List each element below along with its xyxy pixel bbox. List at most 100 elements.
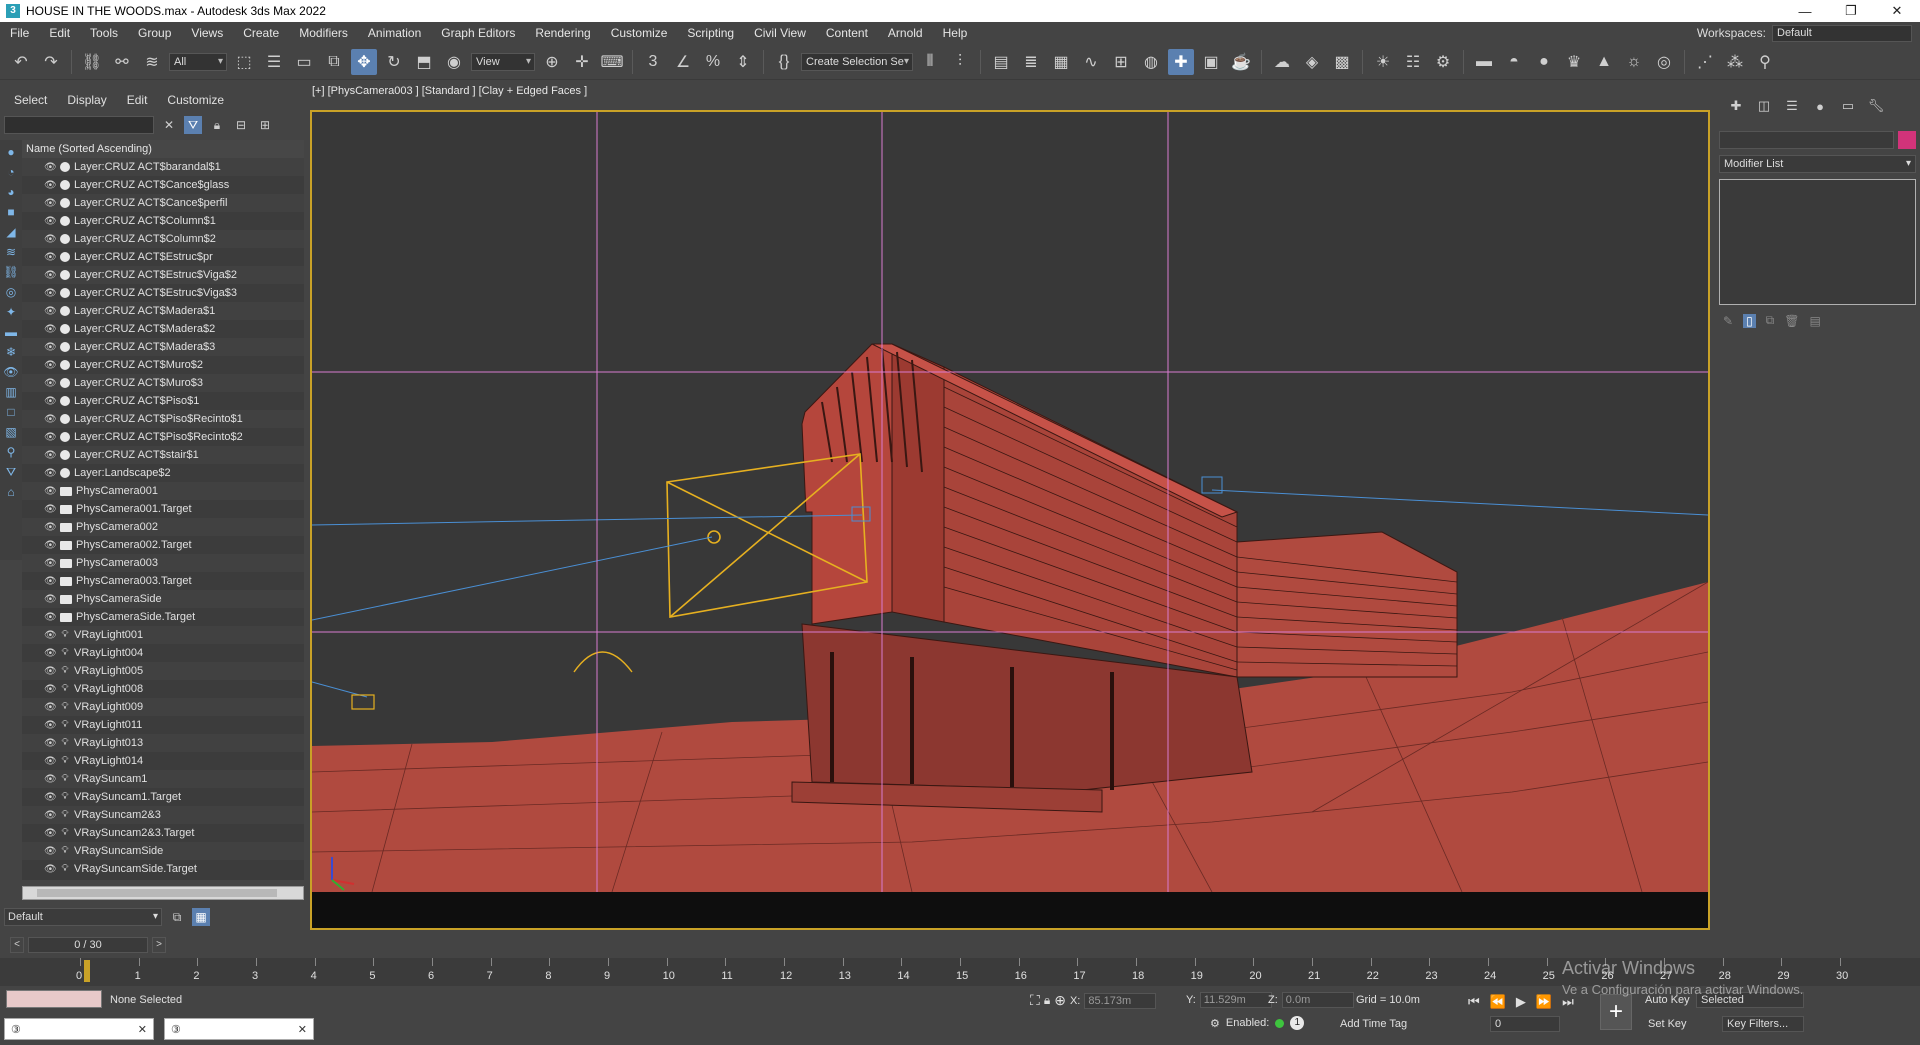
mirror-icon[interactable]: ⫴ <box>917 49 943 75</box>
vray-fur-icon[interactable]: ⋰ <box>1692 49 1718 75</box>
toggle-layer-explorer-icon[interactable]: ≣ <box>1018 49 1044 75</box>
restore-button[interactable]: ❐ <box>1828 0 1874 22</box>
visibility-eye-icon[interactable]: 👁︎ <box>44 306 57 317</box>
minimize-button[interactable]: — <box>1782 0 1828 22</box>
visibility-eye-icon[interactable]: 👁︎ <box>44 540 57 551</box>
visibility-eye-icon[interactable]: 👁︎ <box>44 504 57 515</box>
explorer-tab-display[interactable]: Display <box>57 93 116 107</box>
window-crossing-icon[interactable]: ⧉ <box>321 49 347 75</box>
vray-mesh-light-icon[interactable]: ▲ <box>1591 49 1617 75</box>
frozen-filter-icon[interactable]: ❄ <box>3 344 19 360</box>
vray-render-icon[interactable]: ☁ <box>1269 49 1295 75</box>
selection-lock-icon[interactable]: 🔒︎ <box>1044 993 1050 1008</box>
select-manipulate-icon[interactable]: ✛ <box>569 49 595 75</box>
lights-filter-icon[interactable]: ◕ <box>3 184 19 200</box>
frame-counter[interactable]: 0 / 30 <box>28 937 148 953</box>
visibility-eye-icon[interactable]: 👁︎ <box>44 342 57 353</box>
list-item[interactable]: 👁︎ Layer:CRUZ ACT$Piso$Recinto$2 <box>22 428 304 446</box>
visibility-eye-icon[interactable]: 👁︎ <box>44 828 57 839</box>
list-item[interactable]: 👁︎ Layer:CRUZ ACT$Muro$2 <box>22 356 304 374</box>
geometry-filter-icon[interactable]: ● <box>3 144 19 160</box>
list-item[interactable]: 👁︎ Layer:CRUZ ACT$Estruc$Viga$2 <box>22 266 304 284</box>
groups-filter-icon[interactable]: ⛓ <box>3 264 19 280</box>
list-item[interactable]: 👁︎ 💡︎ VRayLight014 <box>22 752 304 770</box>
vray-lights-icon[interactable]: ☀ <box>1370 49 1396 75</box>
list-item[interactable]: 👁︎ Layer:CRUZ ACT$Cance$glass <box>22 176 304 194</box>
list-item[interactable]: 👁︎ Layer:Landscape$2 <box>22 464 304 482</box>
menu-file[interactable]: File <box>0 22 39 44</box>
lock-icon[interactable]: 🔒︎ <box>208 116 226 134</box>
visibility-eye-icon[interactable]: 👁︎ <box>44 612 57 623</box>
toggle-ribbon-icon[interactable]: ▦ <box>1048 49 1074 75</box>
list-item[interactable]: 👁︎ 💡︎ VRayLight005 <box>22 662 304 680</box>
visibility-eye-icon[interactable]: 👁︎ <box>44 324 57 335</box>
sort-by-hierarchy-icon[interactable]: ⊟ <box>232 116 250 134</box>
visibility-eye-icon[interactable]: 👁︎ <box>44 594 57 605</box>
menu-modifiers[interactable]: Modifiers <box>289 22 358 44</box>
next-key-icon[interactable]: ⏩ <box>1536 994 1552 1010</box>
show-end-result-icon[interactable]: ▯ <box>1743 313 1756 328</box>
list-item[interactable]: 👁︎ 💡︎ VRaySuncamSide <box>22 842 304 860</box>
render-production-icon[interactable]: ☕ <box>1228 49 1254 75</box>
visibility-eye-icon[interactable]: 👁︎ <box>44 288 57 299</box>
list-item[interactable]: 👁︎ 💡︎ VRaySuncam2&3.Target <box>22 824 304 842</box>
visibility-eye-icon[interactable]: 👁︎ <box>44 216 57 227</box>
visibility-eye-icon[interactable]: 👁︎ <box>44 846 57 857</box>
vray-frame-buffer-icon[interactable]: ◈ <box>1299 49 1325 75</box>
close-icon[interactable]: ✕ <box>298 1023 307 1036</box>
list-item[interactable]: 👁︎ PhysCameraSide.Target <box>22 608 304 626</box>
toggle-scene-explorer-icon[interactable]: ▤ <box>988 49 1014 75</box>
list-item[interactable]: 👁︎ PhysCamera002.Target <box>22 536 304 554</box>
key-filters-button[interactable]: Key Filters... <box>1722 1016 1804 1032</box>
prev-frame-arrow[interactable]: < <box>10 937 24 953</box>
link-icon[interactable]: ⛓ <box>79 49 105 75</box>
spinner-snap-icon[interactable]: ⇕ <box>730 49 756 75</box>
visibility-eye-icon[interactable]: 👁︎ <box>44 558 57 569</box>
visibility-eye-icon[interactable]: 👁︎ <box>44 378 57 389</box>
visibility-eye-icon[interactable]: 👁︎ <box>44 810 57 821</box>
modifier-stack[interactable] <box>1719 179 1916 305</box>
schematic-view-icon[interactable]: ⊞ <box>1108 49 1134 75</box>
menu-edit[interactable]: Edit <box>39 22 80 44</box>
list-item[interactable]: 👁︎ Layer:CRUZ ACT$Estruc$pr <box>22 248 304 266</box>
menu-graph-editors[interactable]: Graph Editors <box>431 22 525 44</box>
vray-ies-light-icon[interactable]: ♛ <box>1561 49 1587 75</box>
explorer-column-header[interactable]: Name (Sorted Ascending) <box>22 140 304 158</box>
list-item[interactable]: 👁︎ PhysCamera001 <box>22 482 304 500</box>
visibility-eye-icon[interactable]: 👁︎ <box>44 486 57 497</box>
redo-icon[interactable]: ↷ <box>38 49 64 75</box>
visibility-eye-icon[interactable]: 👁︎ <box>44 396 57 407</box>
create-key-button[interactable]: + <box>1600 994 1632 1030</box>
select-and-place-icon[interactable]: ◉ <box>441 49 467 75</box>
explorer-tab-edit[interactable]: Edit <box>117 93 158 107</box>
vray-scatter-icon[interactable]: ⁂ <box>1722 49 1748 75</box>
minimized-window-tab[interactable]: ③ ✕ <box>4 1018 154 1040</box>
perspective-viewport[interactable] <box>310 110 1710 930</box>
select-and-move-icon[interactable]: ✥ <box>351 48 377 75</box>
list-item[interactable]: 👁︎ PhysCamera003 <box>22 554 304 572</box>
visibility-eye-icon[interactable]: 👁︎ <box>44 198 57 209</box>
containers-filter-icon[interactable]: ▬ <box>3 324 19 340</box>
menu-content[interactable]: Content <box>816 22 878 44</box>
keyboard-shortcut-override-icon[interactable]: ⌨ <box>599 49 625 75</box>
visibility-eye-icon[interactable]: 👁︎ <box>44 432 57 443</box>
object-name-input[interactable] <box>1719 131 1894 149</box>
set-key-button[interactable]: Set Key <box>1648 1018 1687 1030</box>
display-all-icon[interactable]: ▥ <box>3 384 19 400</box>
menu-rendering[interactable]: Rendering <box>525 22 600 44</box>
visibility-eye-icon[interactable]: 👁︎ <box>44 180 57 191</box>
explorer-tab-select[interactable]: Select <box>4 93 57 107</box>
configure-modifier-sets-icon[interactable]: ▤ <box>1809 314 1820 328</box>
rendered-frame-window-icon[interactable]: ▣ <box>1198 49 1224 75</box>
list-item[interactable]: 👁︎ 💡︎ VRaySuncam2&3 <box>22 806 304 824</box>
angle-snap-icon[interactable]: ∠ <box>670 49 696 75</box>
visibility-eye-icon[interactable]: 👁︎ <box>44 252 57 263</box>
bones-filter-icon[interactable]: ✦ <box>3 304 19 320</box>
vray-plane-light-icon[interactable]: ▬ <box>1471 49 1497 75</box>
select-and-scale-icon[interactable]: ⬒ <box>411 49 437 75</box>
menu-animation[interactable]: Animation <box>358 22 431 44</box>
hierarchy-tab-icon[interactable]: ☰ <box>1781 95 1803 117</box>
list-item[interactable]: 👁︎ Layer:CRUZ ACT$Madera$3 <box>22 338 304 356</box>
visibility-eye-icon[interactable]: 👁︎ <box>44 234 57 245</box>
select-object-icon[interactable]: ⬚ <box>231 49 257 75</box>
